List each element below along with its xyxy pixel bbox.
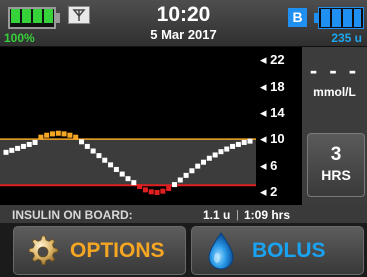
glucose-point bbox=[177, 177, 183, 183]
options-button[interactable]: OPTIONS bbox=[13, 226, 186, 275]
cgm-readout-panel: - - - mmol/L 3 HRS bbox=[302, 47, 367, 205]
glucose-point bbox=[212, 152, 218, 158]
glucose-point bbox=[20, 143, 26, 149]
glucose-units: mmol/L bbox=[313, 85, 356, 99]
insulin-reservoir-icon bbox=[314, 7, 364, 29]
glucose-point bbox=[79, 139, 85, 145]
iob-amount: 1.1 u bbox=[203, 208, 231, 222]
gear-icon bbox=[28, 235, 59, 265]
bolus-label: BOLUS bbox=[252, 239, 326, 262]
insulin-on-board-bar: INSULIN ON BOARD: 1.1 u | 1:09 hrs bbox=[0, 205, 367, 223]
glucose-point bbox=[142, 187, 148, 193]
glucose-point bbox=[26, 141, 32, 147]
glucose-point bbox=[73, 134, 79, 140]
glucose-point bbox=[49, 131, 55, 137]
glucose-point bbox=[183, 172, 189, 178]
options-label: OPTIONS bbox=[70, 239, 165, 262]
status-bar: 100% 10:20 5 Mar 2017 B 235 u bbox=[0, 0, 367, 47]
glucose-point bbox=[148, 189, 154, 195]
y-axis: ◂ 22 ◂ 18 ◂ 14 ◂ 10 ◂ 6 ◂ 2 bbox=[256, 47, 302, 205]
cgm-trend-svg bbox=[0, 47, 256, 205]
low-zone bbox=[0, 185, 256, 205]
clock-time: 10:20 bbox=[156, 3, 211, 26]
insulin-remaining: 235 u bbox=[331, 31, 362, 45]
glucose-point bbox=[15, 145, 21, 151]
time-range-button[interactable]: 3 HRS bbox=[307, 133, 365, 197]
iob-duration: 1:09 hrs bbox=[244, 208, 291, 222]
glucose-point bbox=[224, 146, 230, 152]
glucose-value: - - - bbox=[309, 58, 360, 83]
y-tick-label: ◂ 14 bbox=[260, 104, 285, 120]
glucose-point bbox=[189, 168, 195, 174]
glucose-point bbox=[119, 171, 125, 177]
glucose-point bbox=[235, 141, 241, 147]
y-tick-label: ◂ 6 bbox=[260, 157, 278, 173]
bottom-toolbar: OPTIONS BOLUS bbox=[0, 223, 367, 277]
iob-separator: | bbox=[236, 209, 239, 221]
y-tick-label: ◂ 10 bbox=[260, 131, 285, 147]
y-tick-label: ◂ 2 bbox=[260, 183, 278, 199]
glucose-point bbox=[195, 163, 201, 169]
glucose-point bbox=[44, 132, 50, 138]
clock-date: 5 Mar 2017 bbox=[150, 27, 217, 42]
y-tick-label: ◂ 18 bbox=[260, 78, 285, 94]
glucose-point bbox=[113, 166, 119, 172]
glucose-point bbox=[166, 186, 172, 192]
time-range-value: 3 bbox=[330, 144, 342, 165]
glucose-point bbox=[38, 134, 44, 140]
glucose-point bbox=[131, 180, 137, 186]
glucose-point bbox=[61, 131, 67, 137]
iob-label: INSULIN ON BOARD: bbox=[12, 208, 133, 222]
glucose-point bbox=[218, 149, 224, 155]
glucose-point bbox=[160, 188, 166, 194]
drop-icon bbox=[208, 232, 234, 270]
glucose-point bbox=[55, 130, 61, 136]
glucose-point bbox=[90, 148, 96, 154]
glucose-point bbox=[9, 147, 15, 153]
glucose-point bbox=[32, 139, 38, 145]
glucose-point bbox=[3, 149, 9, 155]
high-zone bbox=[0, 47, 256, 140]
glucose-point bbox=[171, 182, 177, 188]
glucose-point bbox=[96, 153, 102, 159]
glucose-point bbox=[206, 155, 212, 161]
glucose-point bbox=[241, 139, 247, 145]
time-range-label: HRS bbox=[321, 167, 351, 183]
glucose-point bbox=[67, 132, 73, 138]
cgm-trend-chart[interactable] bbox=[0, 47, 256, 205]
glucose-point bbox=[201, 159, 207, 165]
glucose-point bbox=[230, 143, 236, 149]
glucose-point bbox=[137, 184, 143, 190]
glucose-point bbox=[247, 138, 253, 144]
bolus-button[interactable]: BOLUS bbox=[191, 226, 364, 275]
glucose-point bbox=[102, 157, 108, 163]
glucose-point bbox=[84, 143, 90, 149]
glucose-point bbox=[154, 189, 160, 195]
glucose-point bbox=[125, 176, 131, 182]
bluetooth-badge: B bbox=[288, 8, 307, 27]
y-tick-label: ◂ 22 bbox=[260, 52, 285, 68]
glucose-point bbox=[108, 162, 114, 168]
